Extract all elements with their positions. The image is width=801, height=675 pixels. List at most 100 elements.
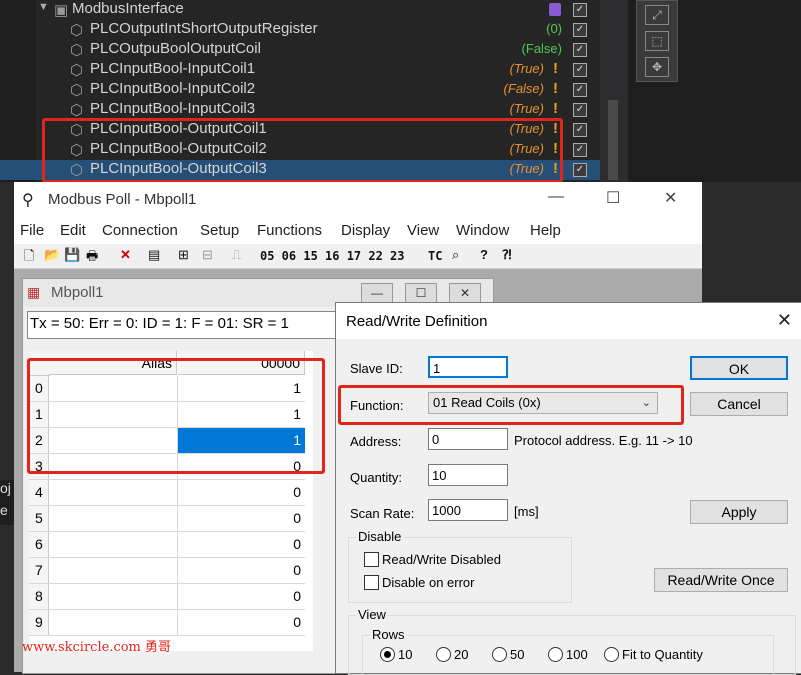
rows-radio-4[interactable] — [604, 647, 619, 662]
alias-cell[interactable] — [49, 532, 178, 557]
tree-checkbox[interactable]: ✓ — [573, 83, 587, 97]
tree-checkbox[interactable]: ✓ — [573, 143, 587, 157]
menu-window[interactable]: Window — [456, 222, 509, 239]
row-index: 9 — [29, 610, 49, 635]
tree-root-modbus-interface[interactable]: ▼ ▣ ModbusInterface ✓ — [0, 0, 600, 20]
scan-rate-input[interactable]: 1000 — [428, 499, 508, 521]
menu-view[interactable]: View — [407, 222, 439, 239]
context-help-icon[interactable]: ⁈ — [502, 247, 512, 263]
dialog-titlebar[interactable]: Read/Write Definition ✕ — [336, 303, 801, 339]
menu-file[interactable]: File — [20, 222, 44, 239]
tool-palette: ⤢ ⬚ ✥ — [636, 0, 678, 82]
apply-button[interactable]: Apply — [690, 500, 788, 524]
save-icon[interactable]: 💾 — [64, 247, 80, 263]
tree-checkbox[interactable]: ✓ — [573, 103, 587, 117]
child-minimize-button[interactable]: — — [361, 283, 393, 303]
menu-display[interactable]: Display — [341, 222, 390, 239]
window-icon[interactable]: ▤ — [148, 247, 160, 263]
value-cell[interactable]: 0 — [178, 610, 305, 635]
highlight-box-coil-values — [27, 358, 325, 474]
monitor-icon[interactable]: ⌕ — [452, 247, 459, 263]
tree-checkbox[interactable]: ✓ — [573, 163, 587, 177]
chevron-down-icon[interactable]: ▼ — [38, 1, 49, 13]
read-write-disabled-checkbox[interactable] — [364, 552, 379, 567]
rows-radio-label: 100 — [566, 647, 588, 662]
warning-icon: ! — [553, 100, 558, 117]
tree-item[interactable]: ⬡ PLCInputBool-InputCoil3 (True)! ✓ — [0, 100, 600, 120]
dialog-close-icon[interactable]: ✕ — [777, 310, 792, 331]
tree-checkbox[interactable]: ✓ — [573, 63, 587, 77]
disable-on-error-checkbox[interactable] — [364, 575, 379, 590]
ok-button[interactable]: OK — [690, 356, 788, 380]
child-close-button[interactable]: ✕ — [449, 283, 481, 303]
cancel-button[interactable]: Cancel — [690, 392, 788, 416]
table-row[interactable]: 70 — [29, 558, 305, 584]
table-row[interactable]: 40 — [29, 480, 305, 506]
tree-item-label: PLCOutputIntShortOutputRegister — [90, 20, 318, 37]
function-code-buttons[interactable]: 05 06 15 16 17 22 23 — [260, 249, 405, 263]
tree-checkbox[interactable]: ✓ — [573, 3, 587, 17]
tree-item[interactable]: ⬡ PLCInputBool-InputCoil1 (True)! ✓ — [0, 60, 600, 80]
tree-checkbox[interactable]: ✓ — [573, 23, 587, 37]
table-row[interactable]: 50 — [29, 506, 305, 532]
table-row[interactable]: 60 — [29, 532, 305, 558]
tree-item-label: PLCInputBool-InputCoil1 — [90, 60, 256, 77]
rows-radio-2[interactable] — [492, 647, 507, 662]
tree-scrollbar[interactable] — [600, 0, 628, 182]
tc-button[interactable]: TC — [428, 249, 442, 263]
open-icon[interactable]: 📂 — [44, 247, 60, 263]
table-row[interactable]: 80 — [29, 584, 305, 610]
document-icon: ▦ — [27, 284, 41, 300]
value-cell[interactable]: 0 — [178, 480, 305, 505]
alias-cell[interactable] — [49, 480, 178, 505]
move-icon[interactable]: ✥ — [645, 57, 669, 77]
tree-item[interactable]: ⬡ PLCOutpuBoolOutputCoil (False) ✓ — [0, 40, 600, 60]
alias-cell[interactable] — [49, 584, 178, 609]
menu-functions[interactable]: Functions — [257, 222, 322, 239]
row-index: 7 — [29, 558, 49, 583]
help-icon[interactable]: ? — [480, 247, 488, 262]
menu-help[interactable]: Help — [530, 222, 561, 239]
menu-setup[interactable]: Setup — [200, 222, 239, 239]
row-index: 5 — [29, 506, 49, 531]
rows-radio-0[interactable] — [380, 647, 395, 662]
tree-checkbox[interactable]: ✓ — [573, 123, 587, 137]
rows-radio-3[interactable] — [548, 647, 563, 662]
tree-item-label: PLCInputBool-InputCoil3 — [90, 100, 256, 117]
value-cell[interactable]: 0 — [178, 506, 305, 531]
window-titlebar[interactable]: ⚲ Modbus Poll - Mbpoll1 — ☐ ✕ — [14, 182, 702, 218]
minimize-button[interactable]: — — [548, 188, 564, 206]
new-icon[interactable]: 🗋 — [24, 247, 34, 269]
alias-cell[interactable] — [49, 558, 178, 583]
toolbar: 🗋 📂 💾 🖶 ✕ ▤ ⊞ ⊟ ⎍ 05 06 15 16 17 22 23 T… — [14, 244, 702, 269]
tree-checkbox[interactable]: ✓ — [573, 43, 587, 57]
rows-radio-1[interactable] — [436, 647, 451, 662]
maximize-button[interactable]: ☐ — [606, 188, 620, 208]
menu-bar: File Edit Connection Setup Functions Display V… — [14, 218, 702, 244]
table-row[interactable]: 90 — [29, 610, 305, 636]
alias-cell[interactable] — [49, 506, 178, 531]
tree-item-value: (False) — [521, 41, 562, 56]
value-cell[interactable]: 0 — [178, 584, 305, 609]
select-frame-icon[interactable]: ⬚ — [645, 31, 669, 51]
resize-icon[interactable]: ⤢ — [645, 5, 669, 25]
quantity-input[interactable]: 10 — [428, 464, 508, 486]
tree-item[interactable]: ⬡ PLCInputBool-InputCoil2 (False)! ✓ — [0, 80, 600, 100]
disconnect-icon[interactable]: ⊟ — [202, 247, 213, 263]
menu-edit[interactable]: Edit — [60, 222, 86, 239]
variable-cube-icon: ⬡ — [70, 82, 84, 99]
slave-id-input[interactable]: 1 — [428, 356, 508, 378]
address-input[interactable]: 0 — [428, 428, 508, 450]
close-button[interactable]: ✕ — [664, 188, 677, 208]
connect-icon[interactable]: ⊞ — [178, 247, 189, 263]
value-cell[interactable]: 0 — [178, 532, 305, 557]
menu-connection[interactable]: Connection — [102, 222, 178, 239]
pulse-icon[interactable]: ⎍ — [232, 247, 241, 263]
alias-cell[interactable] — [49, 610, 178, 635]
read-write-once-button[interactable]: Read/Write Once — [654, 568, 788, 592]
delete-icon[interactable]: ✕ — [120, 247, 131, 263]
tree-item[interactable]: ⬡ PLCOutputIntShortOutputRegister (0) ✓ — [0, 20, 600, 40]
value-cell[interactable]: 0 — [178, 558, 305, 583]
print-icon[interactable]: 🖶 — [86, 247, 98, 269]
child-maximize-button[interactable]: ☐ — [405, 283, 437, 303]
